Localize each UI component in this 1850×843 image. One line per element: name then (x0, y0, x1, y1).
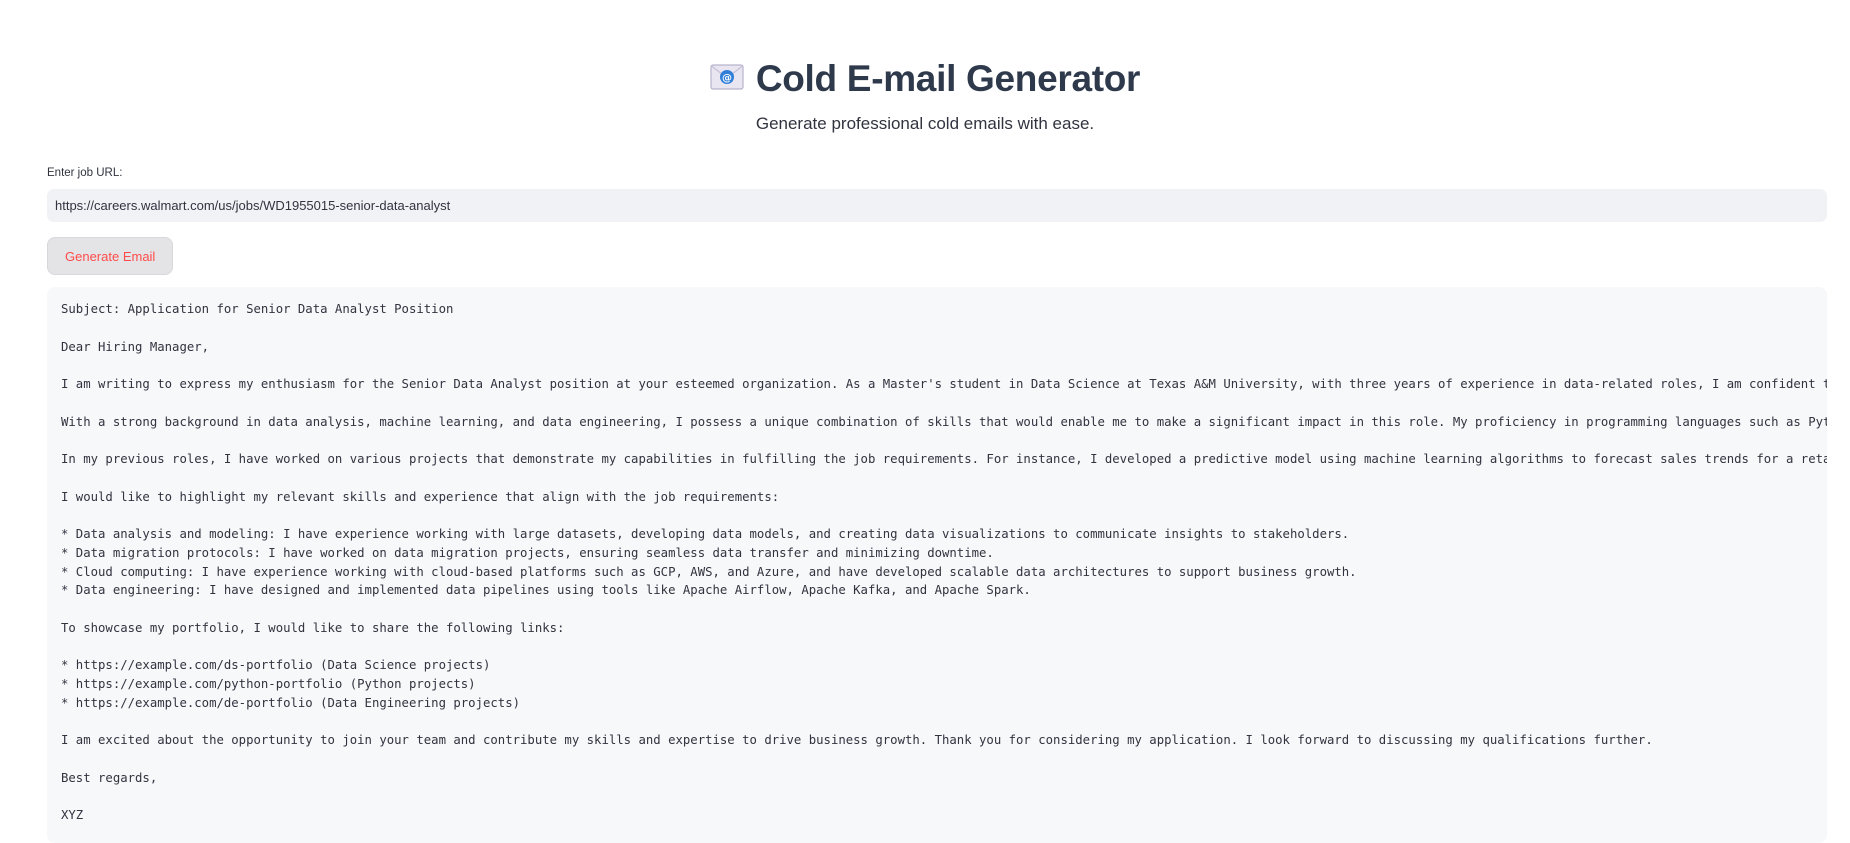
email-line: Best regards, (61, 770, 158, 785)
svg-text:@: @ (722, 73, 732, 84)
email-line: To showcase my portfolio, I would like t… (61, 620, 565, 635)
email-line (61, 319, 1813, 338)
title-row: @ Cold E-mail Generator (710, 58, 1140, 100)
email-line: * https://example.com/ds-portfolio (Data… (61, 658, 491, 673)
email-line: * Cloud computing: I have experience wor… (61, 564, 1357, 579)
email-line: With a strong background in data analysi… (61, 414, 1827, 429)
generated-email-block[interactable]: Subject: Application for Senior Data Ana… (47, 287, 1827, 843)
email-line (61, 638, 1813, 657)
email-line (61, 394, 1813, 413)
email-line: * https://example.com/de-portfolio (Data… (61, 695, 521, 710)
envelope-icon: @ (710, 64, 744, 90)
email-line (61, 356, 1813, 375)
email-line (61, 506, 1813, 525)
email-line: I am excited about the opportunity to jo… (61, 733, 1653, 748)
email-line (61, 713, 1813, 732)
email-line (61, 600, 1813, 619)
email-line: In my previous roles, I have worked on v… (61, 452, 1827, 466)
page-subtitle: Generate professional cold emails with e… (755, 114, 1095, 133)
email-line: * Data engineering: I have designed and … (61, 583, 1031, 598)
job-url-input[interactable] (47, 189, 1827, 222)
generated-email-text: Subject: Application for Senior Data Ana… (61, 300, 1827, 825)
email-line (61, 431, 1813, 450)
email-line: Dear Hiring Manager, (61, 339, 210, 354)
email-line: Subject: Application for Senior Data Ana… (61, 302, 454, 316)
job-url-label: Enter job URL: (47, 167, 123, 179)
generate-email-button[interactable]: Generate Email (47, 237, 174, 275)
job-url-section: Enter job URL: (47, 166, 1827, 222)
email-line (61, 469, 1813, 488)
email-line: I am writing to express my enthusiasm fo… (61, 377, 1827, 391)
page-title: Cold E-mail Generator (755, 58, 1141, 99)
email-line: I would like to highlight my relevant sk… (61, 489, 780, 504)
page-header: @ Cold E-mail Generator Generate profess… (0, 58, 1850, 134)
email-line: XYZ (61, 808, 84, 823)
email-line: * Data migration protocols: I have worke… (61, 545, 994, 560)
email-line: * Data analysis and modeling: I have exp… (61, 527, 1350, 541)
app-page: @ Cold E-mail Generator Generate profess… (0, 0, 1850, 843)
email-line (61, 750, 1813, 769)
email-line: * https://example.com/python-portfolio (… (61, 677, 476, 691)
email-line (61, 788, 1813, 807)
